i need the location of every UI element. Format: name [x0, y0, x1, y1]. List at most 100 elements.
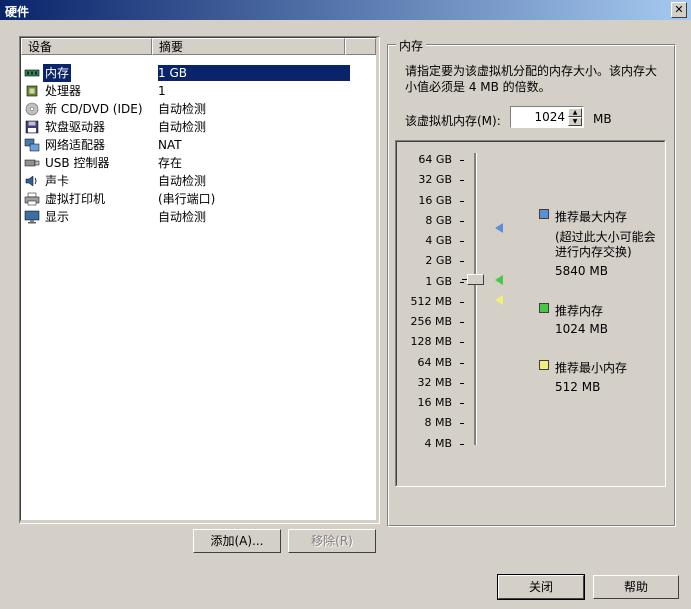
device-summary: 自动检测: [158, 174, 207, 188]
scale-tick-label: 16 GB: [418, 193, 452, 207]
scale-tick-label: 32 MB: [417, 375, 452, 389]
network-icon: [24, 138, 40, 152]
device-summary: 1 GB: [158, 66, 187, 80]
processor-icon: [26, 85, 38, 97]
device-summary: 存在: [158, 156, 183, 170]
device-summary: 1: [158, 84, 166, 98]
device-summary: 自动检测: [158, 102, 207, 116]
scale-tick-label: 8 MB: [424, 416, 452, 430]
device-summary: 自动检测: [158, 120, 207, 134]
memory-slider-thumb[interactable]: [467, 274, 484, 285]
scale-tick-mark: [460, 362, 464, 364]
scale-tick-mark: [460, 342, 464, 344]
scale-tick-mark: [460, 160, 464, 161]
spin-up-button[interactable]: ▲: [568, 108, 582, 117]
column-header-filler: [345, 38, 376, 55]
scale-tick-mark: [460, 281, 464, 283]
device-name: 虚拟打印机: [45, 192, 106, 206]
device-summary: 自动检测: [158, 210, 207, 224]
legend-min-swatch: [539, 360, 549, 370]
device-row-memory[interactable]: 内存 1 GB: [21, 64, 376, 82]
printer-icon: [24, 192, 40, 206]
scale-tick-label: 256 MB: [410, 315, 452, 328]
scale-tick-mark: [460, 423, 464, 425]
scale-tick-label: 512 MB: [410, 294, 452, 308]
display-icon: [24, 210, 40, 224]
legend-max-title: 推荐最大内存: [555, 210, 628, 224]
recommended-min-marker: [495, 295, 503, 305]
memory-slider-track[interactable]: [474, 153, 477, 445]
spin-down-button[interactable]: ▼: [568, 117, 582, 126]
scale-tick-mark: [460, 382, 464, 384]
device-name: 内存: [43, 64, 72, 82]
scale-tick-mark: [460, 322, 464, 323]
scale-tick-mark: [460, 180, 464, 182]
device-list: 设备 摘要 内存 1 GB 处理器 1 新 CD/DVD (IDE) 自动检测 …: [20, 37, 377, 521]
recommended-marker: [495, 275, 503, 285]
remove-device-button[interactable]: 移除(R): [288, 529, 376, 553]
floppy-icon: [25, 120, 39, 134]
legend-recommended-swatch: [539, 303, 549, 313]
device-row-floppy[interactable]: 软盘驱动器 自动检测: [21, 118, 376, 136]
scale-tick-label: 4 GB: [425, 234, 452, 247]
device-name: 处理器: [45, 84, 82, 98]
scale-tick-mark: [460, 403, 464, 404]
legend-max-swatch: [539, 209, 549, 219]
device-row-usb[interactable]: USB 控制器 存在: [21, 154, 376, 172]
memory-slider-frame: [395, 140, 666, 487]
memory-description: 请指定要为该虚拟机分配的内存大小。该内存大小值必须是 4 MB 的倍数。: [405, 64, 658, 94]
memory-size-value: 1024: [534, 110, 565, 124]
device-name: 新 CD/DVD (IDE): [45, 102, 143, 116]
scale-tick-label: 2 GB: [425, 254, 452, 268]
memory-size-label: 该虚拟机内存(M):: [405, 114, 501, 128]
usb-icon: [24, 159, 40, 167]
memory-size-input[interactable]: 1024 ▲ ▼: [510, 106, 584, 128]
legend-max-note: (超过此大小可能会进行内存交换): [555, 230, 656, 259]
column-header-device[interactable]: 设备: [21, 38, 152, 55]
scale-tick-mark: [460, 241, 464, 242]
scale-tick-mark: [460, 220, 464, 222]
device-name: 声卡: [45, 174, 70, 188]
scale-tick-mark: [460, 301, 464, 303]
scale-tick-mark: [460, 443, 464, 445]
legend-recommended-value: 1024 MB: [555, 322, 608, 336]
column-header-summary[interactable]: 摘要: [152, 38, 345, 55]
scale-tick-label: 128 MB: [410, 335, 452, 349]
device-list-frame: 设备 摘要 内存 1 GB 处理器 1 新 CD/DVD (IDE) 自动检测 …: [19, 36, 380, 524]
legend-min-value: 512 MB: [555, 380, 601, 394]
memory-unit-label: MB: [593, 112, 612, 126]
device-row-processor[interactable]: 处理器 1: [21, 82, 376, 100]
scale-tick-label: 8 GB: [425, 213, 452, 227]
device-row-sound[interactable]: 声卡 自动检测: [21, 172, 376, 190]
legend-recommended-title: 推荐内存: [555, 304, 604, 318]
help-button[interactable]: 帮助: [593, 575, 679, 599]
scale-tick-label: 32 GB: [418, 173, 452, 187]
device-name: 显示: [45, 210, 70, 224]
add-device-button[interactable]: 添加(A)...: [193, 529, 281, 553]
title-bar: 硬件 ✕: [0, 0, 691, 20]
device-name: USB 控制器: [45, 156, 110, 170]
cd-dvd-icon: [25, 102, 39, 116]
memory-icon: [24, 69, 40, 77]
scale-tick-label: 16 MB: [417, 396, 452, 409]
legend-min-title: 推荐最小内存: [555, 361, 628, 375]
device-row-display[interactable]: 显示 自动检测: [21, 208, 376, 226]
scale-tick-mark: [460, 261, 464, 263]
scale-tick-mark: [460, 200, 464, 202]
device-summary: NAT: [158, 138, 182, 152]
device-summary: (串行端口): [158, 192, 216, 206]
device-row-network[interactable]: 网络适配器 NAT: [21, 136, 376, 154]
scale-tick-label: 4 MB: [424, 436, 452, 450]
close-window-button[interactable]: ✕: [671, 2, 687, 18]
device-name: 软盘驱动器: [45, 120, 106, 134]
device-row-printer[interactable]: 虚拟打印机 (串行端口): [21, 190, 376, 208]
device-row-cd-dvd[interactable]: 新 CD/DVD (IDE) 自动检测: [21, 100, 376, 118]
legend-max-value: 5840 MB: [555, 264, 608, 278]
window-title: 硬件: [5, 5, 30, 19]
scale-tick-label: 1 GB: [425, 274, 452, 288]
scale-tick-label: 64 MB: [417, 355, 452, 369]
close-button[interactable]: 关闭: [497, 574, 585, 600]
scale-tick-label: 64 GB: [418, 153, 452, 166]
memory-group-title: 内存: [396, 37, 427, 54]
sound-icon: [25, 175, 37, 187]
